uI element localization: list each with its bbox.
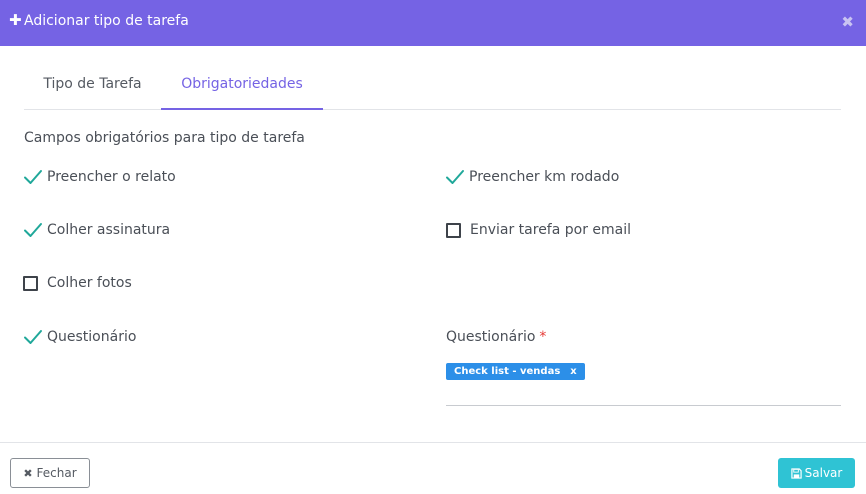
times-icon: ✖	[23, 466, 33, 480]
check-icon	[446, 170, 464, 184]
option-label: Preencher o relato	[47, 169, 176, 185]
required-mark: *	[539, 329, 547, 345]
check-icon	[24, 223, 42, 237]
checkbox-unchecked[interactable]	[446, 222, 461, 238]
modal-footer: ✖ Fechar Salvar	[0, 442, 866, 494]
modal-header: ✚ Adicionar tipo de tarefa ✖	[0, 0, 866, 46]
floppy-icon	[790, 467, 802, 479]
tag-remove-icon[interactable]: x	[570, 363, 576, 380]
plus-icon: ✚	[9, 11, 22, 29]
option-questionario[interactable]: Questionário	[23, 327, 136, 347]
modal-title: Adicionar tipo de tarefa	[24, 13, 189, 29]
close-icon[interactable]: ✖	[841, 13, 854, 31]
option-preencher-km[interactable]: Preencher km rodado	[445, 167, 619, 187]
tab-tipo-de-tarefa[interactable]: Tipo de Tarefa	[24, 60, 161, 110]
close-button[interactable]: ✖ Fechar	[10, 458, 90, 488]
close-button-label: Fechar	[36, 466, 77, 480]
save-button[interactable]: Salvar	[778, 458, 855, 488]
option-preencher-relato[interactable]: Preencher o relato	[23, 167, 176, 187]
tab-obrigatoriedades[interactable]: Obrigatoriedades	[161, 60, 323, 110]
tag-label: Check list - vendas	[454, 366, 561, 377]
option-label: Preencher km rodado	[469, 169, 620, 185]
tab-bar: Tipo de Tarefa Obrigatoriedades	[24, 60, 841, 110]
questionario-select[interactable]: Check list - vendas x	[446, 360, 841, 406]
option-label: Colher assinatura	[47, 222, 171, 238]
selected-tag: Check list - vendas x	[446, 363, 585, 380]
checkbox-unchecked[interactable]	[23, 275, 38, 291]
questionario-label-text: Questionário	[446, 329, 536, 345]
option-colher-assinatura[interactable]: Colher assinatura	[23, 220, 170, 240]
option-label: Enviar tarefa por email	[470, 222, 632, 238]
option-label: Colher fotos	[47, 275, 132, 291]
option-label: Questionário	[47, 329, 137, 345]
check-icon	[24, 330, 42, 344]
save-button-label: Salvar	[804, 466, 843, 480]
questionario-field-label: Questionário *	[446, 328, 546, 346]
check-icon	[24, 170, 42, 184]
option-colher-fotos[interactable]: Colher fotos	[23, 273, 132, 293]
section-label: Campos obrigatórios para tipo de tarefa	[24, 130, 305, 146]
option-enviar-email[interactable]: Enviar tarefa por email	[446, 220, 631, 240]
